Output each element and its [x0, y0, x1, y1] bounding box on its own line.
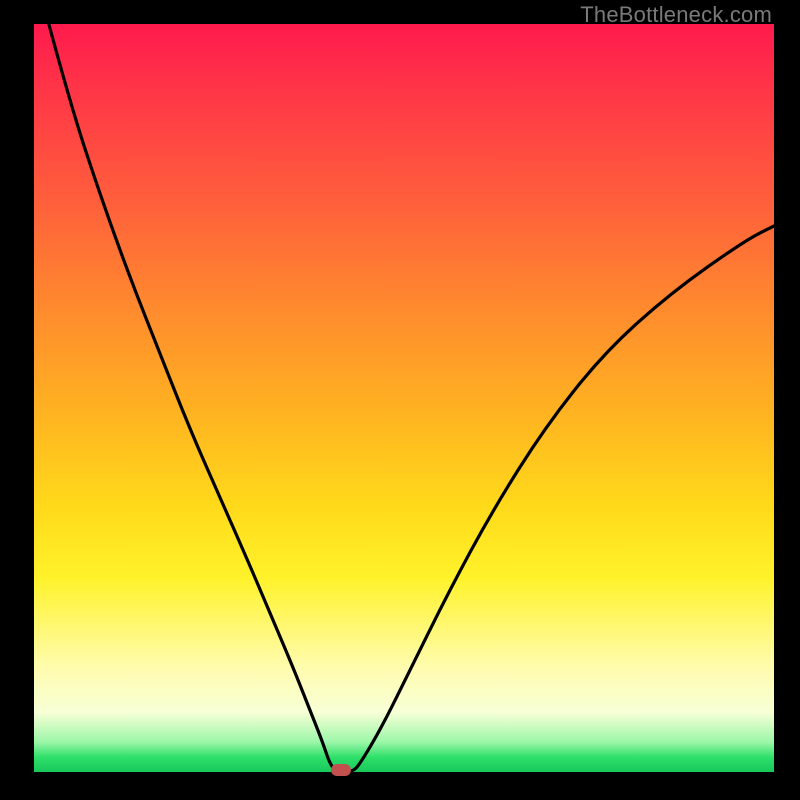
bottleneck-curve: [34, 24, 774, 772]
optimal-marker: [331, 764, 351, 776]
curve-path: [49, 24, 774, 772]
chart-frame: TheBottleneck.com: [0, 0, 800, 800]
plot-area: [34, 24, 774, 772]
